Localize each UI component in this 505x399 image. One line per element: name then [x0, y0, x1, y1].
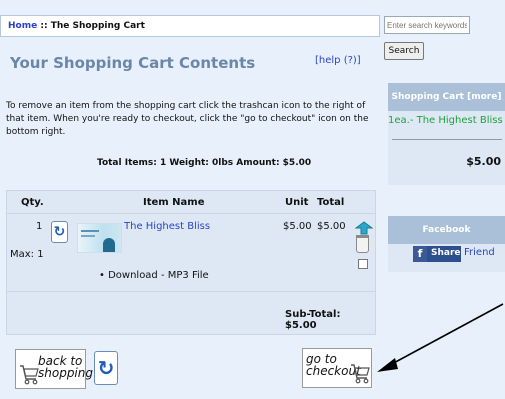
- cart-box-total: $5.00: [466, 155, 501, 168]
- thumbnail-figure: [103, 238, 115, 252]
- col-header-qty: Qty.: [21, 197, 44, 208]
- line-total: $5.00: [317, 221, 346, 232]
- shopping-cart-box: Shopping Cart [more] 1ea.- The Highest B…: [388, 83, 505, 185]
- search-button[interactable]: Search: [384, 42, 424, 60]
- max-quantity-label: Max: 1: [10, 249, 44, 260]
- shopping-cart-icon: [351, 364, 370, 384]
- instructions-text: To remove an item from the shopping cart…: [6, 101, 369, 137]
- back-button-line2: shopping: [38, 366, 93, 380]
- product-name-link[interactable]: The Highest Bliss: [124, 221, 210, 232]
- breadcrumb-separator: ::: [40, 21, 48, 31]
- update-quantity-icon[interactable]: ↻: [51, 221, 68, 243]
- cart-totals-summary: Total Items: 1 Weight: 0lbs Amount: $5.0…: [97, 158, 312, 168]
- page-title: Your Shopping Cart Contents: [10, 54, 256, 72]
- quantity-value: 1: [36, 221, 43, 232]
- back-to-shopping-button[interactable]: back to shopping: [15, 349, 93, 389]
- col-header-unit: Unit: [285, 197, 309, 208]
- facebook-share-button[interactable]: f Share: [413, 246, 461, 262]
- shopping-cart-box-title[interactable]: Shopping Cart [more]: [388, 83, 505, 111]
- col-header-total: Total: [317, 197, 345, 208]
- update-cart-icon[interactable]: [354, 221, 374, 235]
- header-divider: [7, 213, 375, 214]
- facebook-box-title: Facebook: [388, 216, 505, 244]
- subtotal: Sub-Total: $5.00: [285, 309, 341, 331]
- cart-box-divider: [392, 139, 502, 140]
- go-to-checkout-button[interactable]: go to checkout: [302, 348, 372, 388]
- subtotal-divider: [7, 291, 375, 292]
- col-header-item: Item Name: [143, 197, 205, 208]
- product-attribute: • Download - MP3 File: [99, 270, 209, 281]
- main-content: Home :: The Shopping Cart Your Shopping …: [0, 0, 382, 399]
- thumbnail-text-stripe: [81, 230, 99, 232]
- product-thumbnail[interactable]: [77, 223, 122, 253]
- facebook-f-icon: f: [413, 246, 427, 262]
- shopping-cart-icon: [20, 365, 39, 385]
- facebook-share-label: Share: [431, 248, 461, 258]
- delete-checkbox[interactable]: [358, 259, 368, 269]
- search-input[interactable]: [384, 16, 470, 34]
- update-cart-button[interactable]: ↻: [94, 351, 118, 385]
- trash-icon[interactable]: [356, 235, 369, 253]
- unit-price: $5.00: [283, 221, 312, 232]
- breadcrumb-current: The Shopping Cart: [50, 21, 145, 31]
- cart-table: Qty. Item Name Unit Total 1 Max: 1 ↻ The…: [6, 190, 376, 335]
- breadcrumb: Home :: The Shopping Cart: [0, 15, 380, 37]
- breadcrumb-home-link[interactable]: Home: [8, 21, 37, 31]
- help-link[interactable]: [help (?)]: [315, 55, 361, 66]
- cart-box-item-link[interactable]: 1ea.- The Highest Bliss: [388, 115, 503, 126]
- facebook-box: Facebook f Share Friend: [388, 216, 505, 272]
- thumbnail-text-stripe: [81, 235, 95, 237]
- sidebar: Search Shopping Cart [more] 1ea.- The Hi…: [382, 0, 505, 399]
- facebook-friend-link[interactable]: Friend: [464, 247, 495, 258]
